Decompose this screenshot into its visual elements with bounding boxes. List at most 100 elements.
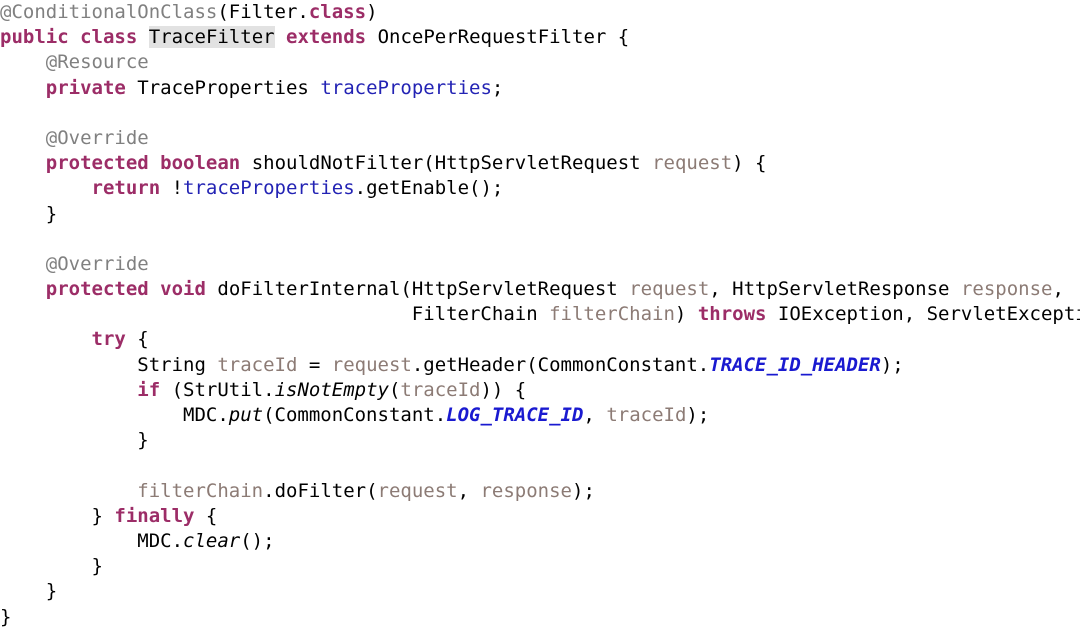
code-line: MDC.put(CommonConstant.LOG_TRACE_ID, tra… [0, 403, 1080, 428]
code-token-plain: { [125, 328, 149, 351]
code-line: @Override [0, 126, 1080, 151]
code-token-staticm: clear [183, 529, 241, 552]
code-line: String traceId = request.getHeader(Commo… [0, 353, 1080, 378]
code-token-plain: ) [674, 303, 698, 326]
code-token-plain: .getHeader(CommonConstant. [411, 353, 710, 376]
code-token-plain: MDC. [0, 529, 184, 552]
code-line: try { [0, 327, 1080, 352]
code-line: @Override [0, 252, 1080, 277]
code-token-plain: )) { [480, 378, 527, 401]
code-token-param: filterChain [137, 479, 264, 502]
code-token-plain: TraceProperties [125, 76, 321, 99]
code-token-constant: TRACE_ID_HEADER [709, 353, 881, 376]
code-token-kw: extends [286, 26, 367, 49]
code-token-plain: .getEnable(); [354, 177, 504, 200]
code-token-plain: } [0, 429, 149, 452]
code-token-plain: ( [388, 378, 401, 401]
code-token-param: request [629, 278, 710, 301]
code-token-plain: doFilterInternal(HttpServletRequest [205, 278, 630, 301]
code-token-plain: ); [572, 479, 595, 502]
code-token-param: request [377, 479, 458, 502]
code-token-param: request [652, 152, 733, 175]
code-token-kw: protected [45, 278, 149, 301]
code-line: return !traceProperties.getEnable(); [0, 176, 1080, 201]
code-token-kw: public [0, 26, 69, 49]
code-line: filterChain.doFilter(request, response); [0, 479, 1080, 504]
code-token-plain: FilterChain [0, 303, 550, 326]
code-line: } [0, 202, 1080, 227]
code-token-plain: (); [240, 529, 275, 552]
code-line: } [0, 605, 1080, 630]
code-token-hl: TraceFilter [148, 26, 275, 49]
code-token-param: request [331, 353, 412, 376]
code-token-plain: ) { [732, 152, 767, 175]
code-token-staticm: put [228, 404, 264, 426]
code-line: public class TraceFilter extends OncePer… [0, 25, 1080, 50]
code-token-plain: ; [491, 76, 504, 99]
code-token-plain: String [0, 353, 218, 376]
code-token-plain: IOException, ServletException { [777, 303, 1080, 326]
code-token-plain: , [583, 404, 607, 426]
code-token-plain: OncePerRequestFilter { [366, 26, 630, 49]
code-line: private TraceProperties traceProperties; [0, 76, 1080, 101]
code-token-param: traceId [400, 378, 481, 401]
code-line: if (StrUtil.isNotEmpty(traceId)) { [0, 378, 1080, 403]
code-token-plain: = [297, 353, 332, 376]
code-token-plain: MDC. [0, 404, 229, 426]
code-token-plain: ); [686, 404, 710, 426]
code-token-plain: , HttpServletResponse [709, 278, 961, 301]
code-line: } finally { [0, 504, 1080, 529]
code-token-param: filterChain [549, 303, 675, 326]
code-token-param: traceId [217, 353, 298, 376]
code-token-kw: class [80, 26, 138, 49]
code-line: @ConditionalOnClass(Filter.class) [0, 0, 1080, 25]
code-token-kw: finally [114, 504, 195, 527]
code-line: } [0, 428, 1080, 453]
code-token-kw: throws [697, 303, 767, 326]
source-code-block[interactable]: @ConditionalOnClass(Filter.class) public … [0, 0, 1080, 630]
code-token-anno: @ConditionalOnClass [0, 1, 218, 23]
code-token-plain: } [0, 605, 12, 628]
code-line: protected boolean shouldNotFilter(HttpSe… [0, 151, 1080, 176]
code-token-plain: } [0, 555, 103, 578]
code-token-param: traceId [606, 404, 687, 426]
code-token-param: response [960, 278, 1053, 301]
code-token-kw: class [308, 1, 367, 23]
code-token-anno: @Override [45, 252, 149, 275]
code-token-kw: private [45, 76, 126, 99]
code-token-plain: { [194, 504, 218, 527]
code-token-plain: } [0, 202, 58, 225]
code-token-plain: ! [160, 177, 184, 200]
code-token-plain: ); [880, 353, 904, 376]
code-editor-viewport[interactable]: @ConditionalOnClass(Filter.class) public … [0, 0, 1080, 636]
code-token-plain: } [0, 580, 58, 603]
code-token-param: response [480, 479, 572, 502]
code-line: protected void doFilterInternal(HttpServ… [0, 277, 1080, 302]
code-token-kw: if [137, 378, 161, 401]
code-token-constant: LOG_TRACE_ID [446, 404, 584, 426]
code-line: FilterChain filterChain) throws IOExcept… [0, 302, 1080, 327]
code-token-field: traceProperties [183, 177, 355, 200]
code-line: } [0, 554, 1080, 579]
code-token-anno: @Override [45, 126, 149, 149]
code-token-anno: @Resource [45, 51, 149, 74]
code-token-plain: shouldNotFilter(HttpServletRequest [240, 152, 653, 175]
code-token-kw: return [91, 177, 161, 200]
code-token-kw: protected [45, 152, 149, 175]
code-token-plain: .doFilter( [263, 479, 378, 502]
